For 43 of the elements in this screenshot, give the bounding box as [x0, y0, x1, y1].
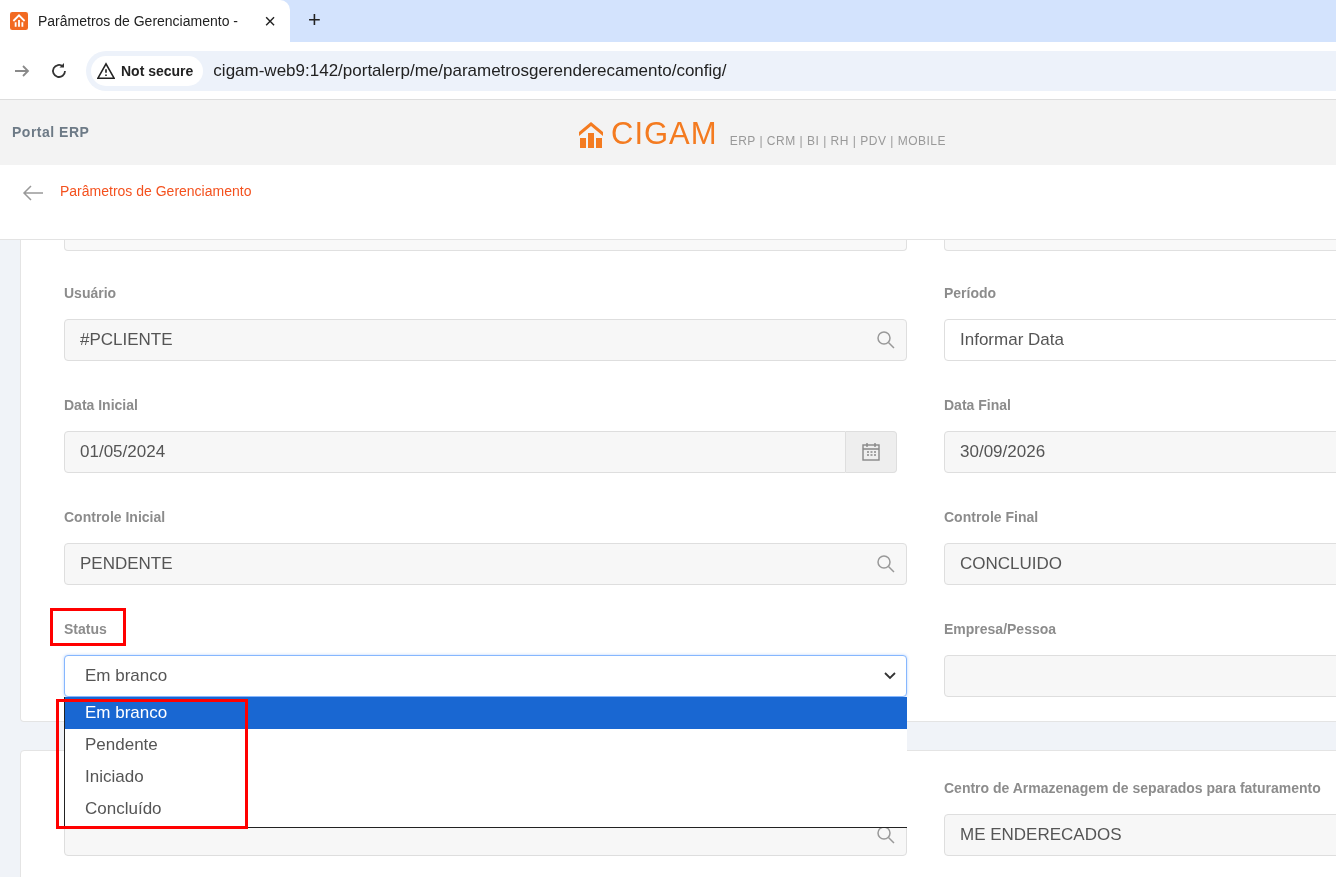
- input-field[interactable]: [944, 655, 1336, 697]
- field-label: Centro de Armazenagem de separados para faturamento: [944, 780, 1321, 796]
- tab-title[interactable]: Parâmetros de Gerenciamento -: [38, 13, 253, 29]
- field-label: Data Inicial: [64, 397, 138, 413]
- calendar-icon: [861, 442, 881, 462]
- select-field[interactable]: Em branco: [64, 655, 907, 697]
- field-label: Empresa/Pessoa: [944, 621, 1057, 637]
- field-label: Status: [64, 621, 107, 637]
- address-bar[interactable]: Not secure cigam-web9:142/portalerp/me/parametrosgerenderecamento/config/: [86, 50, 1336, 91]
- dropdown-option[interactable]: Concluído: [65, 793, 907, 825]
- url-text: cigam-web9:142/portalerp/me/parametrosgerenderecamento/config/: [213, 60, 727, 81]
- field-label: Período: [944, 285, 997, 301]
- search-field[interactable]: #PCLIENTE: [64, 319, 907, 361]
- security-text: Not secure: [121, 62, 194, 79]
- close-button[interactable]: ×: [262, 9, 278, 33]
- site-icon: [10, 12, 28, 30]
- dropdown-option[interactable]: Em branco: [65, 697, 907, 729]
- select-field[interactable]: Informar Data: [944, 319, 1336, 361]
- house-logo-icon: [577, 119, 605, 148]
- dropdown-option[interactable]: Iniciado: [65, 761, 907, 793]
- dropdown-option[interactable]: Pendente: [65, 729, 907, 761]
- input-field[interactable]: CONCLUIDO: [944, 543, 1336, 585]
- field-label: Usuário: [64, 285, 117, 301]
- field-label: Data Final: [944, 397, 1011, 413]
- field-label: Controle Final: [944, 509, 1039, 525]
- back-arrow-icon[interactable]: [22, 185, 44, 201]
- portal-title: Portal ERP: [12, 124, 90, 140]
- new-tab-button[interactable]: +: [302, 6, 327, 34]
- warning-icon: [97, 61, 115, 80]
- calendar-button[interactable]: [846, 431, 897, 473]
- date-field[interactable]: 01/05/2024: [64, 431, 846, 473]
- search-icon[interactable]: [876, 825, 896, 845]
- field-label: Controle Inicial: [64, 509, 166, 525]
- chevron-icon: [884, 672, 896, 680]
- security-chip[interactable]: Not secure: [91, 55, 204, 86]
- input-field[interactable]: 30/09/2026: [944, 431, 1336, 473]
- input-field[interactable]: [64, 240, 907, 251]
- logo-text: CIGAM: [611, 119, 718, 148]
- input-field[interactable]: ME ENDERECADOS: [944, 814, 1336, 856]
- page-title: Parâmetros de Gerenciamento: [60, 183, 252, 199]
- search-field[interactable]: PENDENTE: [64, 543, 907, 585]
- input-field[interactable]: [944, 240, 1336, 251]
- product-list: ERP | CRM | BI | RH | PDV | MOBILE: [729, 133, 947, 148]
